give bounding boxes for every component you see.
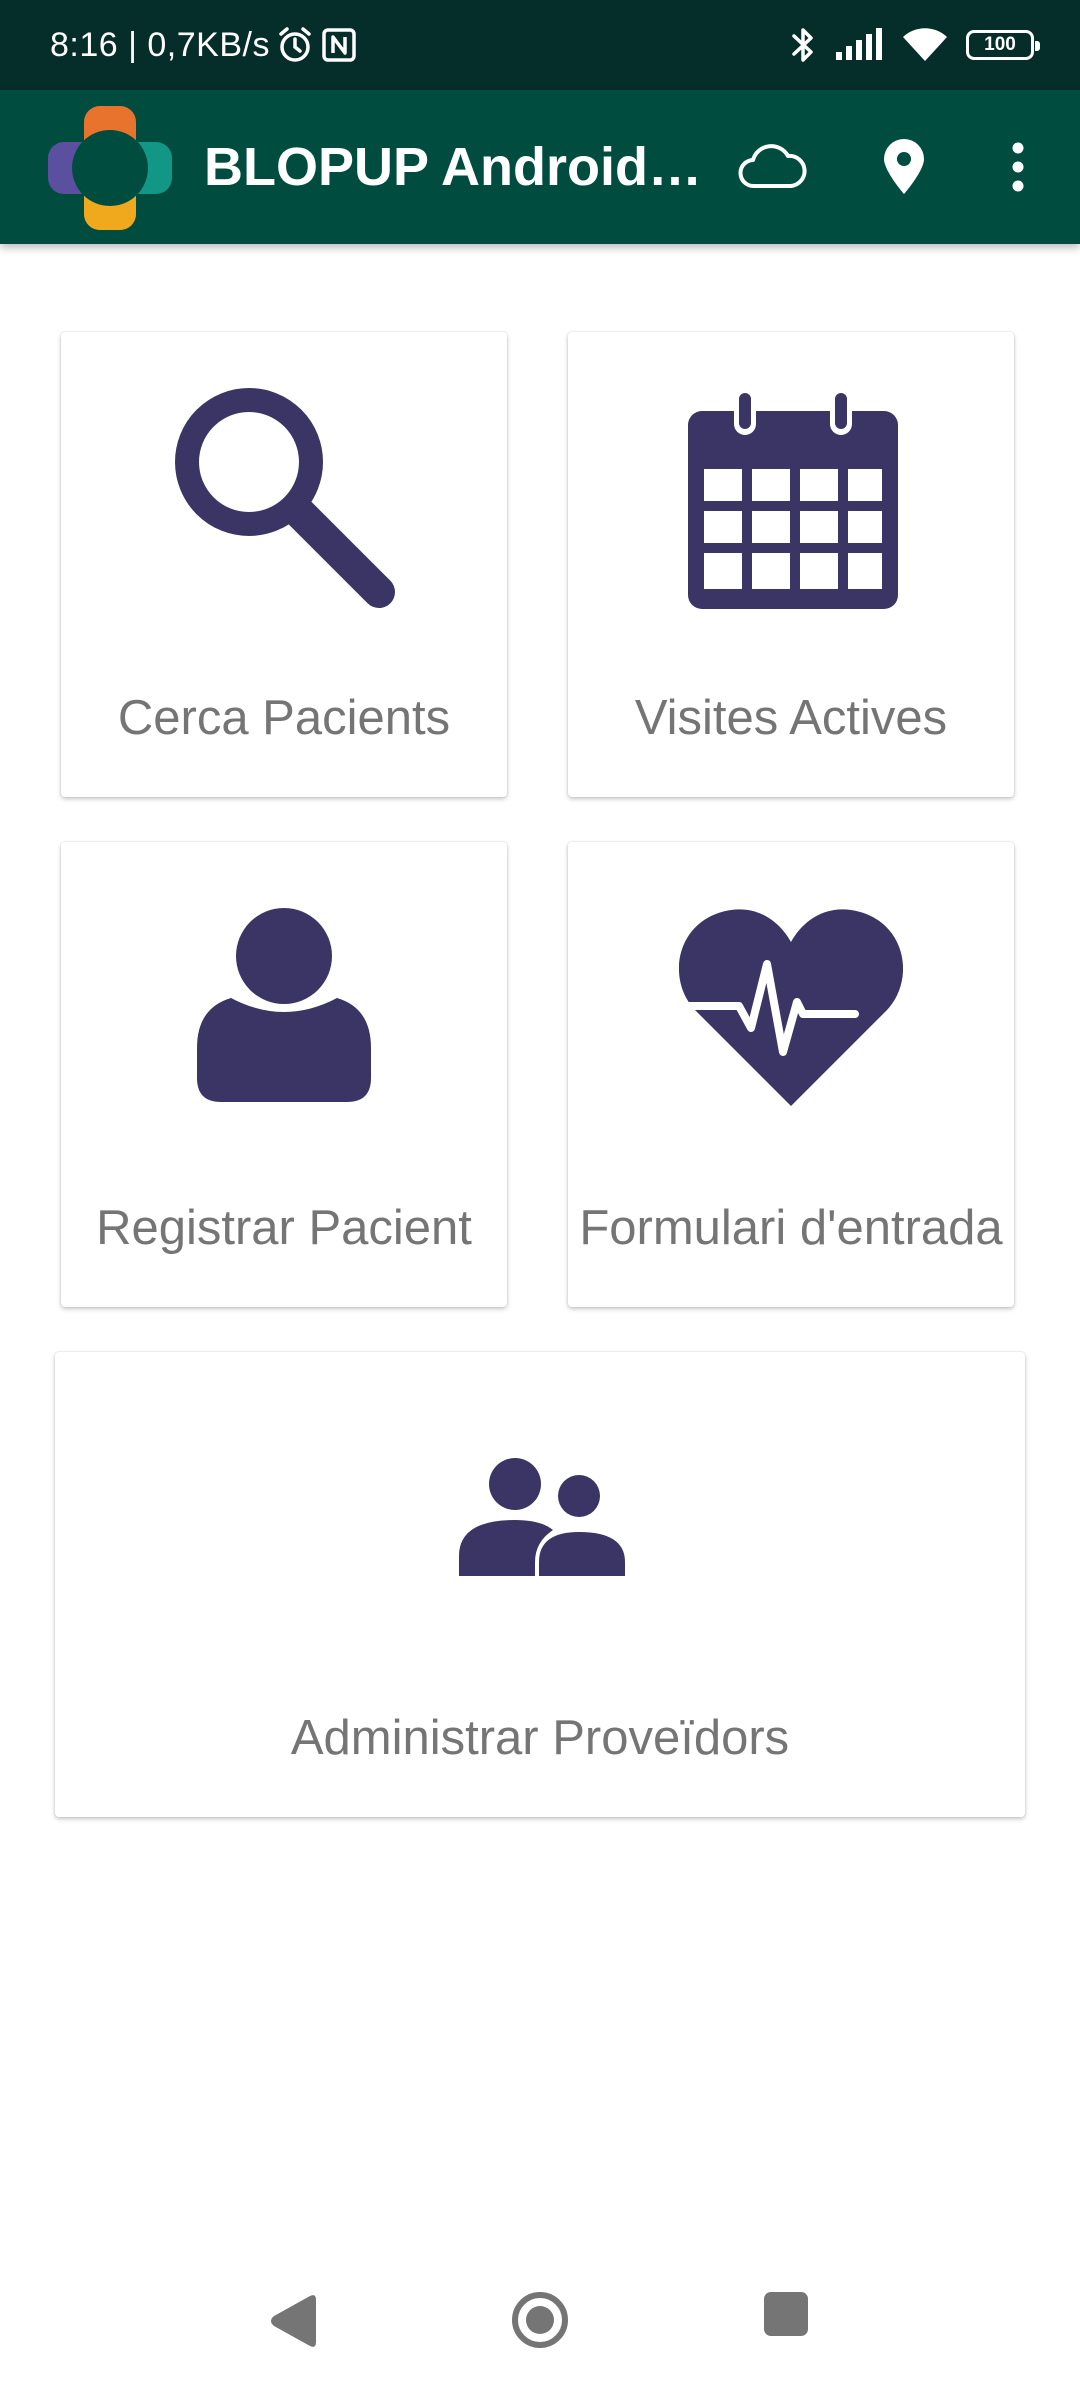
nav-back-button[interactable] [264, 2290, 320, 2352]
cloud-icon [738, 144, 807, 189]
signal-icon [836, 28, 882, 60]
location-pin-icon [884, 139, 924, 194]
person-icon [197, 908, 371, 1102]
nav-recents-button[interactable] [762, 2290, 810, 2338]
app-title: BLOPUP Android… [204, 137, 702, 197]
nav-home-button[interactable] [510, 2290, 570, 2350]
alarm-icon [279, 27, 311, 62]
card-register-patient[interactable]: Registrar Pacient [61, 842, 507, 1307]
battery-indicator: 100 [966, 30, 1040, 60]
calendar-icon [688, 387, 898, 609]
card-label: Visites Actives [634, 691, 948, 745]
card-active-visits[interactable]: Visites Actives [568, 332, 1014, 797]
app-logo [48, 106, 172, 230]
card-intake-form[interactable]: Formulari d'entrada [568, 842, 1014, 1307]
status-left: 8:16 | 0,7KB/s [50, 22, 358, 68]
battery-level: 100 [984, 34, 1016, 55]
status-time-speed: 8:16 | 0,7KB/s [50, 25, 270, 64]
more-vert-icon [1012, 142, 1024, 192]
nfc-icon [322, 28, 356, 62]
card-manage-providers[interactable]: Administrar Proveïdors [55, 1352, 1025, 1817]
heart-pulse-icon [679, 909, 903, 1106]
card-search-patients[interactable]: Cerca Pacients [61, 332, 507, 797]
status-right: 100 [790, 22, 1040, 68]
overflow-menu-button[interactable] [970, 90, 1066, 244]
card-label: Formulari d'entrada [579, 1201, 1003, 1255]
group-icon [459, 1458, 625, 1576]
search-icon [175, 388, 395, 608]
bluetooth-icon [792, 28, 813, 62]
status-bar: 8:16 | 0,7KB/s 100 [0, 0, 1080, 90]
card-label: Administrar Proveïdors [290, 1711, 790, 1765]
sync-button[interactable] [724, 90, 820, 244]
location-button[interactable] [856, 90, 952, 244]
card-label: Registrar Pacient [96, 1201, 472, 1255]
card-label: Cerca Pacients [117, 691, 451, 745]
app-bar: BLOPUP Android… [0, 90, 1080, 244]
wifi-icon [903, 28, 947, 61]
